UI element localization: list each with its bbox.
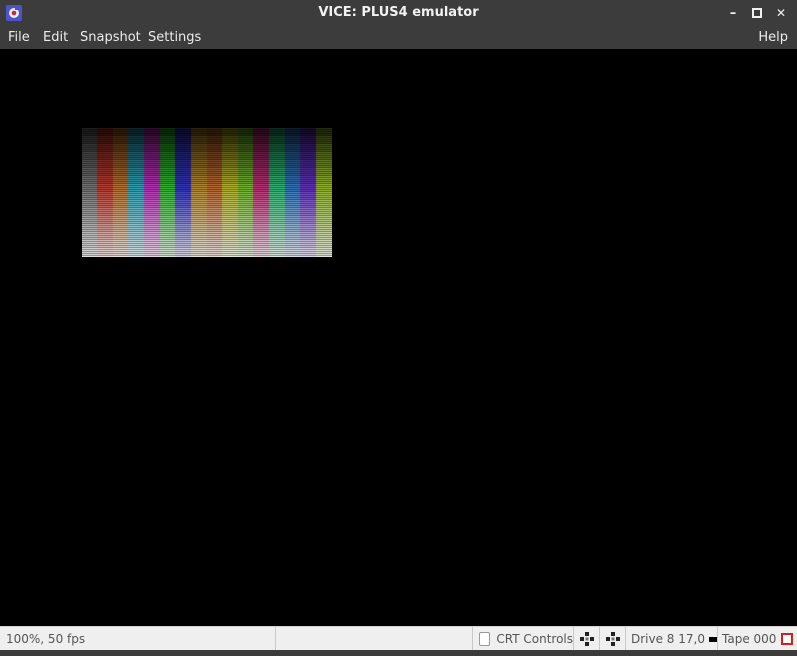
status-bar: 100%, 50 fps CRT Controls Drive 8 17,0 T… (0, 626, 797, 651)
minimize-icon: – (729, 5, 737, 21)
menu-snapshot[interactable]: Snapshot (80, 30, 141, 45)
crt-controls-checkbox[interactable] (479, 632, 491, 646)
color-bars-display (82, 128, 332, 257)
speed-status: 100%, 50 fps (0, 627, 276, 651)
close-button[interactable]: ✕ (772, 4, 790, 22)
window-bottom-border (0, 650, 797, 656)
crt-controls-label: CRT Controls (496, 632, 573, 646)
menu-bar: File Edit Snapshot Settings Help (0, 26, 797, 49)
menu-help[interactable]: Help (758, 30, 788, 45)
joystick-port-1[interactable] (574, 627, 600, 651)
close-icon: ✕ (775, 6, 787, 20)
joystick-port-2[interactable] (600, 627, 626, 651)
tape-led-icon (781, 633, 794, 645)
drive-status[interactable]: Drive 8 17,0 (626, 627, 718, 651)
menu-edit[interactable]: Edit (43, 30, 68, 45)
menu-settings[interactable]: Settings (148, 30, 201, 45)
maximize-button[interactable] (748, 4, 766, 22)
status-spacer (276, 627, 473, 651)
tape-status[interactable]: Tape 000 (718, 627, 797, 651)
maximize-icon (752, 8, 762, 18)
emulator-screen[interactable] (0, 49, 797, 626)
joystick-icon (605, 632, 620, 646)
tape-label: Tape 000 (722, 632, 777, 646)
crt-controls-toggle[interactable]: CRT Controls (473, 627, 574, 651)
joystick-icon (579, 632, 594, 646)
drive-label: Drive 8 17,0 (631, 632, 705, 646)
drive-led-icon (708, 636, 717, 642)
title-bar[interactable]: VICE: PLUS4 emulator – ✕ (0, 0, 797, 26)
speed-label: 100%, 50 fps (6, 632, 86, 646)
emulator-window: VICE: PLUS4 emulator – ✕ File Edit Snaps… (0, 0, 797, 656)
window-title: VICE: PLUS4 emulator (318, 5, 479, 20)
minimize-button[interactable]: – (724, 4, 742, 22)
menu-file[interactable]: File (8, 30, 30, 45)
